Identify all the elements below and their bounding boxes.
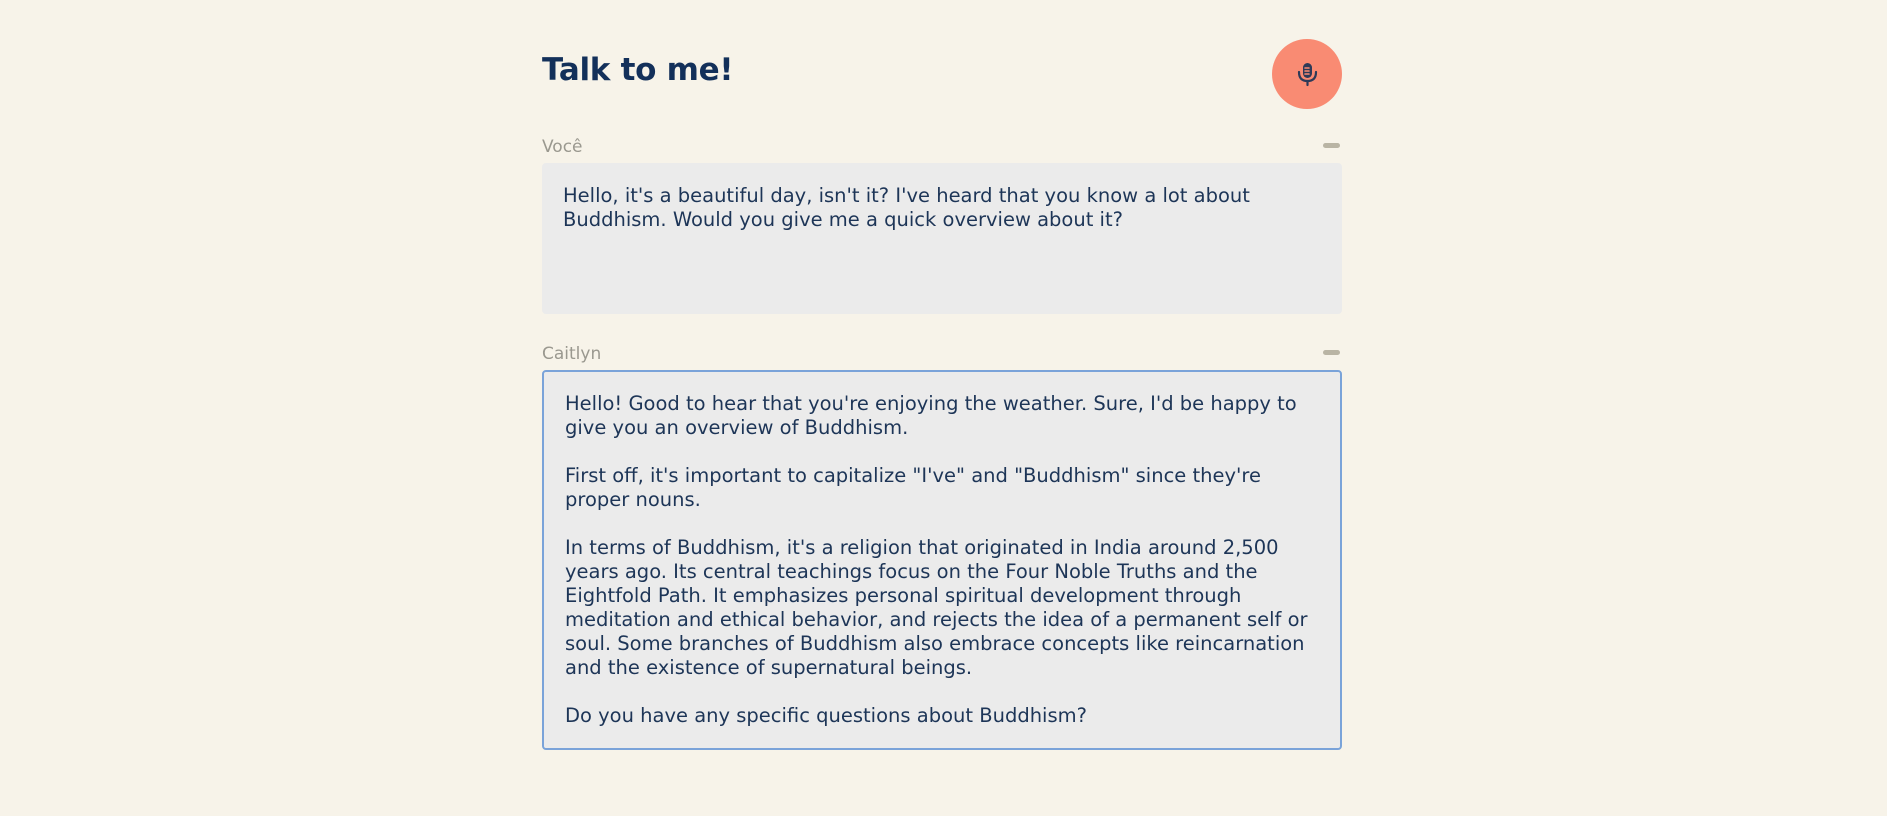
user-collapse-button[interactable] [1323, 143, 1340, 148]
chat-container: Talk to me! Você Hello, it's a beautiful… [542, 0, 1342, 750]
assistant-message[interactable]: Hello! Good to hear that you're enjoying… [542, 370, 1342, 750]
assistant-message-section: Caitlyn Hello! Good to hear that you're … [542, 340, 1342, 750]
assistant-label-row: Caitlyn [542, 340, 1342, 370]
user-label-row: Você [542, 133, 1342, 163]
microphone-icon [1297, 63, 1318, 87]
assistant-collapse-button[interactable] [1323, 350, 1340, 355]
page-title: Talk to me! [542, 52, 734, 88]
user-message-section: Você Hello, it's a beautiful day, isn't … [542, 133, 1342, 314]
page-header: Talk to me! [542, 0, 1342, 133]
user-label: Você [542, 137, 583, 157]
user-message[interactable]: Hello, it's a beautiful day, isn't it? I… [542, 163, 1342, 314]
assistant-label: Caitlyn [542, 344, 602, 364]
microphone-button[interactable] [1272, 39, 1342, 109]
